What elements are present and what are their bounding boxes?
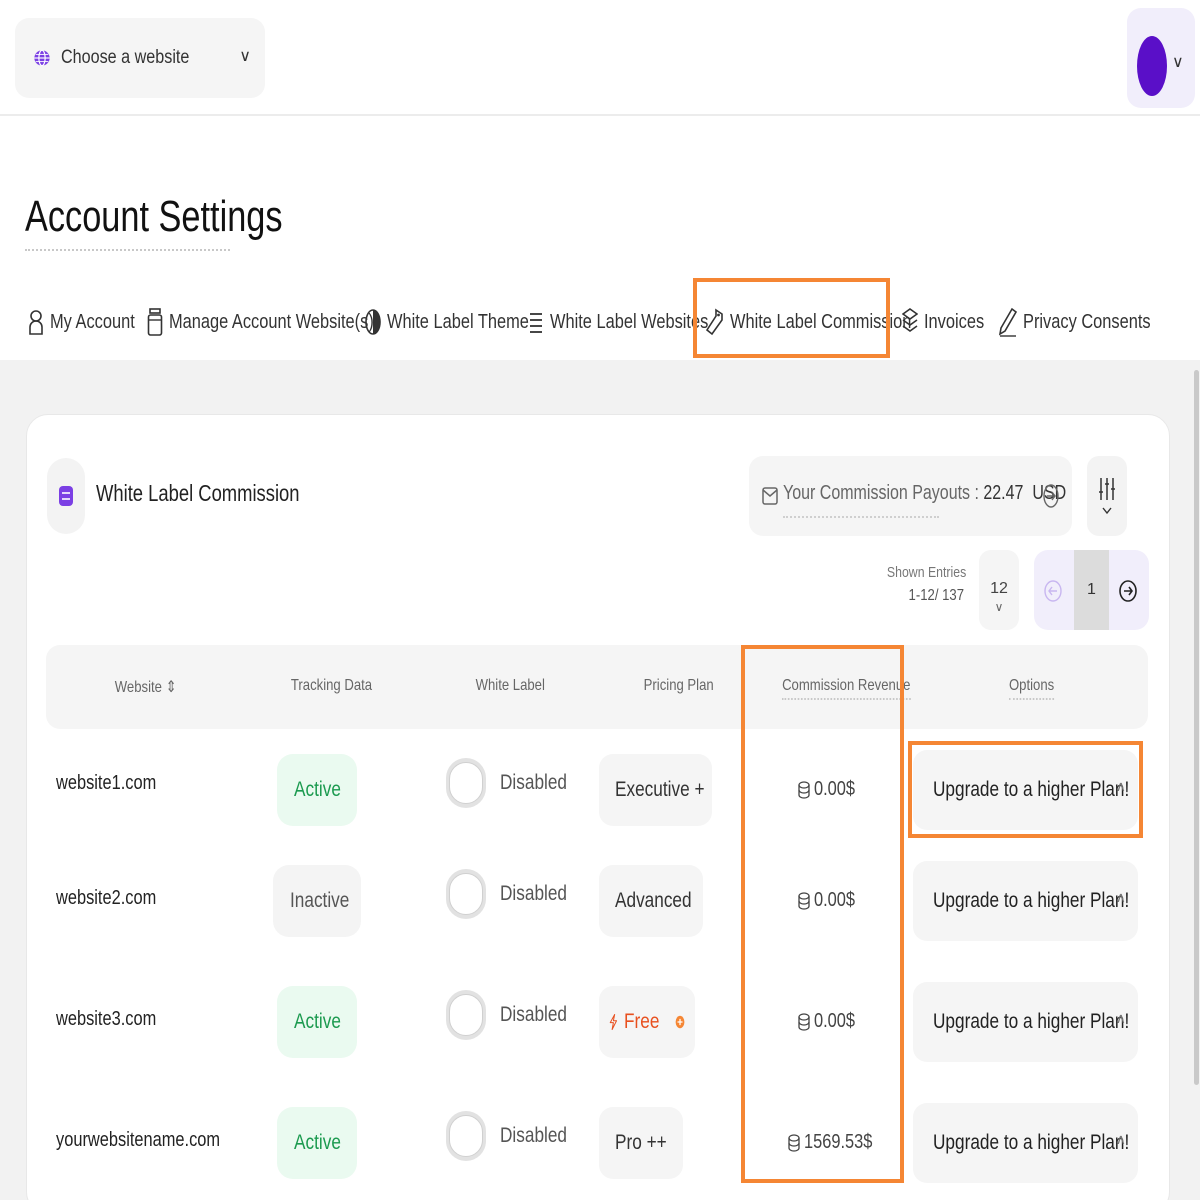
tracking-status-badge: Inactive <box>273 865 361 937</box>
white-label-toggle[interactable] <box>446 869 486 919</box>
table-row: yourwebsitename.com Active Disabled Pro … <box>46 1089 1148 1199</box>
current-page[interactable]: 1 <box>1074 550 1109 630</box>
scrollbar[interactable] <box>1194 370 1199 1085</box>
tag-icon <box>706 308 723 336</box>
globe-icon <box>34 49 50 67</box>
list-icon <box>530 313 542 333</box>
column-header-website[interactable]: Website ⇕ <box>115 677 177 697</box>
white-label-toggle[interactable] <box>446 990 486 1040</box>
table-header: Website ⇕ Tracking Data White Label Pric… <box>46 645 1148 729</box>
upgrade-plan-button[interactable]: Upgrade to a higher Plan! ∧ <box>913 861 1138 941</box>
white-label-toggle[interactable] <box>446 1111 486 1161</box>
tracking-status-badge: Active <box>277 986 357 1058</box>
pricing-plan-badge[interactable]: Executive + <box>599 754 712 826</box>
arrow-right-circle-icon[interactable] <box>1043 484 1059 508</box>
user-icon <box>29 310 43 335</box>
upgrade-plan-button[interactable]: Upgrade to a higher Plan! ∧ <box>913 1103 1138 1183</box>
column-header-commission-revenue: Commission Revenue <box>782 677 911 700</box>
pen-icon <box>999 307 1017 337</box>
shown-entries-label: Shown Entries <box>886 564 967 581</box>
per-page-select[interactable]: 12 ∨ <box>979 550 1019 630</box>
payouts-amount: 22.47 <box>983 482 1024 504</box>
white-label-status: Disabled <box>500 1003 568 1026</box>
chevron-down-icon: ∨ <box>994 600 1004 614</box>
white-label-status: Disabled <box>500 771 568 794</box>
sliders-icon <box>1099 478 1115 515</box>
shown-entries-range: 1-12/ 137 <box>908 587 964 604</box>
pricing-plan-badge[interactable]: Pro ++ <box>599 1107 683 1179</box>
commission-revenue: 1569.53$ <box>788 1131 887 1154</box>
coins-icon <box>798 780 810 799</box>
website-selector[interactable]: Choose a website ∨ <box>15 18 265 98</box>
plus-circle-icon[interactable] <box>675 1011 685 1033</box>
coins-icon <box>788 1133 800 1152</box>
website-selector-label: Choose a website <box>61 47 190 68</box>
contrast-icon <box>365 309 381 335</box>
payouts-underline <box>783 516 939 518</box>
website-name: website3.com <box>56 1008 157 1030</box>
filter-button[interactable] <box>1087 456 1127 536</box>
upgrade-plan-button[interactable]: Upgrade to a higher Plan! ∧ <box>913 750 1138 830</box>
tab-invoices[interactable]: Invoices <box>902 302 997 342</box>
chevron-up-icon: ∧ <box>1115 1010 1126 1026</box>
commission-payouts[interactable]: Your Commission Payouts : 22.47 USD <box>749 456 1072 536</box>
column-header-options: Options <box>1008 677 1055 700</box>
page-title: Account Settings <box>25 192 283 241</box>
website-name: website2.com <box>56 887 157 909</box>
commission-revenue: 0.00$ <box>798 1010 864 1033</box>
table-row: website3.com Active Disabled Free 0.00$ … <box>46 968 1148 1078</box>
chevron-up-icon: ∧ <box>1115 889 1126 905</box>
card-title: White Label Commission <box>96 480 300 506</box>
avatar <box>1137 36 1167 96</box>
tab-my-account[interactable]: My Account <box>28 302 153 342</box>
column-header-tracking-data: Tracking Data <box>290 677 373 694</box>
upgrade-plan-button[interactable]: Upgrade to a higher Plan! ∧ <box>913 982 1138 1062</box>
title-underline <box>25 249 230 251</box>
arrow-left-circle-icon[interactable] <box>1044 580 1062 602</box>
card-icon-container <box>47 458 85 534</box>
lightning-icon <box>609 1013 618 1031</box>
white-label-toggle[interactable] <box>446 758 486 808</box>
chevron-down-icon: ∨ <box>239 48 251 65</box>
pagination: 1 <box>1034 550 1149 630</box>
user-menu[interactable]: ∨ <box>1127 8 1195 108</box>
layers-icon <box>902 308 918 332</box>
tab-privacy-consents[interactable]: Privacy Consents <box>999 302 1179 342</box>
chevron-up-icon: ∧ <box>1115 778 1126 794</box>
mail-icon <box>762 487 778 505</box>
shown-entries: Shown Entries 1-12/ 137 <box>870 564 967 605</box>
arrow-right-circle-icon[interactable] <box>1119 580 1137 602</box>
payouts-text: Your Commission Payouts : 22.47 USD <box>783 482 1067 504</box>
website-name: yourwebsitename.com <box>56 1129 221 1151</box>
settings-tabs: My Account Manage Account Website(s) Whi… <box>0 282 1200 360</box>
column-header-white-label: White Label <box>475 677 545 694</box>
coins-icon <box>798 1012 810 1031</box>
commission-revenue: 0.00$ <box>798 778 864 801</box>
tracking-status-badge: Active <box>277 1107 357 1179</box>
table-row: website2.com Inactive Disabled Advanced … <box>46 847 1148 957</box>
per-page-value: 12 <box>990 580 1008 597</box>
white-label-status: Disabled <box>500 882 568 905</box>
jar-icon <box>147 308 163 336</box>
white-label-status: Disabled <box>500 1124 568 1147</box>
column-header-pricing-plan: Pricing Plan <box>643 677 714 694</box>
chevron-down-icon: ∨ <box>1172 54 1184 71</box>
pricing-plan-badge[interactable]: Free <box>599 986 695 1058</box>
top-bar: Choose a website ∨ ∨ <box>0 0 1200 116</box>
website-name: website1.com <box>56 772 157 794</box>
pricing-plan-badge[interactable]: Advanced <box>599 865 703 937</box>
table-row: website1.com Active Disabled Executive +… <box>46 736 1148 846</box>
chevron-up-icon: ∧ <box>1115 1131 1126 1147</box>
commission-revenue: 0.00$ <box>798 889 864 912</box>
coins-icon <box>798 891 810 910</box>
commission-icon <box>59 486 73 506</box>
tracking-status-badge: Active <box>277 754 357 826</box>
